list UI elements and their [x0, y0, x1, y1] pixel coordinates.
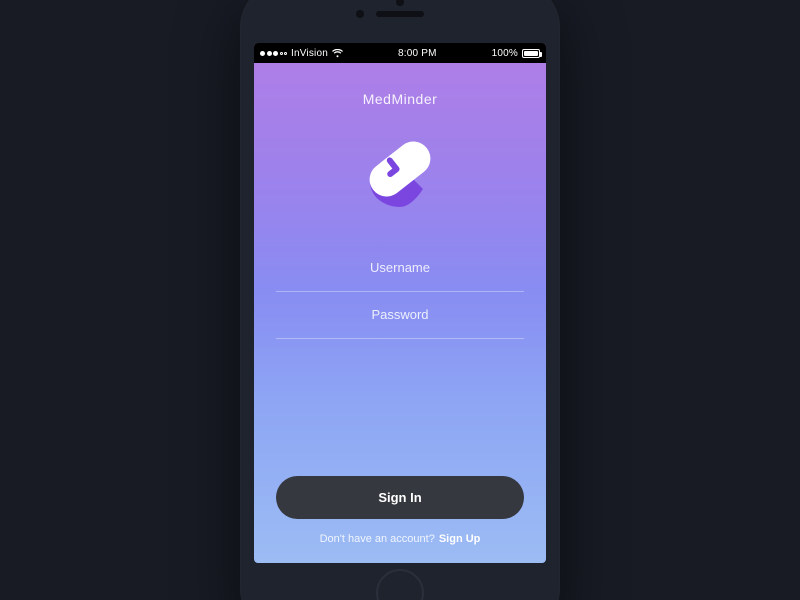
- login-screen: MedMinder: [254, 63, 546, 563]
- status-left: InVision: [260, 48, 343, 59]
- status-right: 100%: [492, 48, 540, 59]
- phone-camera: [356, 10, 364, 18]
- battery-icon: [522, 49, 540, 58]
- phone-screen: InVision 8:00 PM 100% MedMinder: [254, 43, 546, 563]
- signup-row: Don't have an account? Sign Up: [320, 533, 481, 545]
- status-time: 8:00 PM: [398, 48, 437, 59]
- sign-up-link[interactable]: Sign Up: [439, 533, 481, 545]
- sign-in-button[interactable]: Sign In: [276, 476, 524, 519]
- phone-frame: InVision 8:00 PM 100% MedMinder: [240, 0, 560, 600]
- status-bar: InVision 8:00 PM 100%: [254, 43, 546, 63]
- password-field-row: [276, 292, 524, 339]
- signal-dots-icon: [260, 51, 287, 56]
- phone-sensor: [396, 0, 404, 6]
- stage: InVision 8:00 PM 100% MedMinder: [0, 0, 800, 600]
- carrier-label: InVision: [291, 48, 328, 59]
- password-input[interactable]: [276, 307, 524, 322]
- app-title: MedMinder: [363, 91, 438, 107]
- battery-pct: 100%: [492, 48, 518, 59]
- username-input[interactable]: [276, 260, 524, 275]
- wifi-icon: [332, 49, 343, 58]
- app-logo: [345, 129, 455, 219]
- username-field-row: [276, 245, 524, 292]
- signup-prompt: Don't have an account?: [320, 533, 435, 545]
